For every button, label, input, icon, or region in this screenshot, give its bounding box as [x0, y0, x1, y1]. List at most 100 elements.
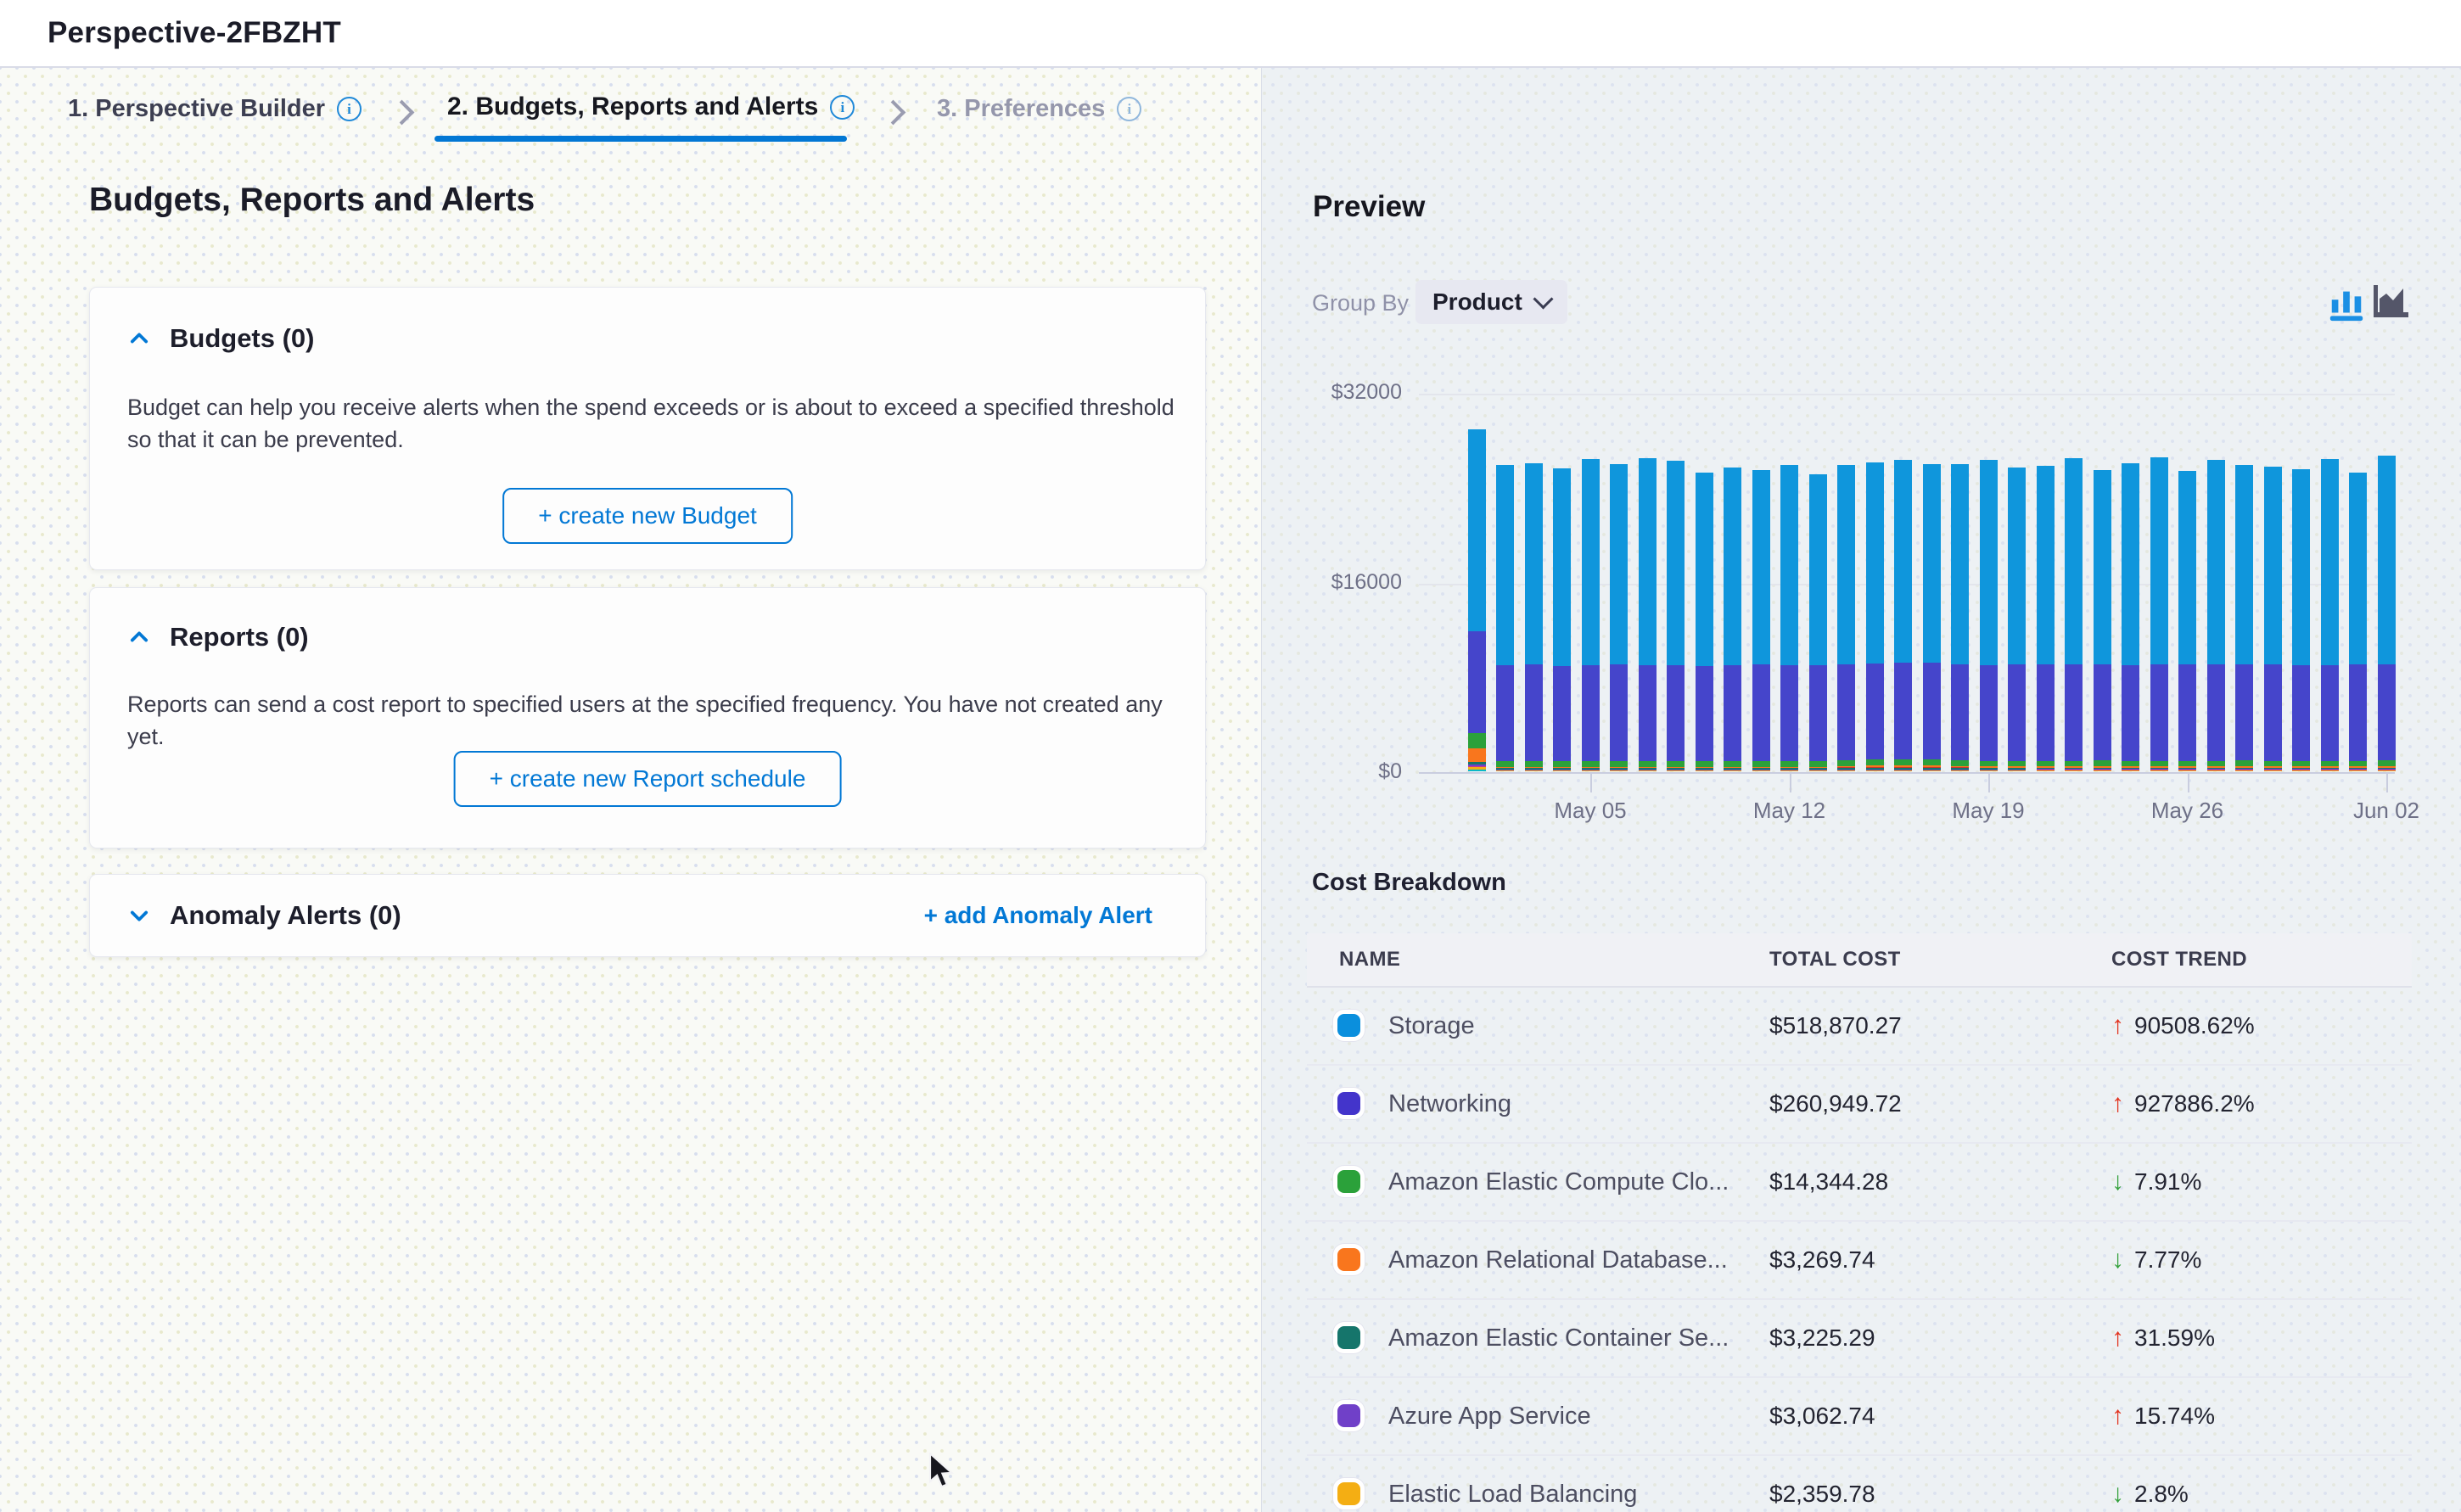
tab-preferences[interactable]: 3. Preferences i	[937, 95, 1141, 123]
chart-bar[interactable]	[1496, 465, 1514, 771]
table-row[interactable]: Amazon Elastic Container Se...$3,225.29↑…	[1307, 1300, 2412, 1378]
tab-perspective-builder[interactable]: 1. Perspective Builder i	[68, 95, 362, 123]
table-row[interactable]: Networking$260,949.72↑927886.2%	[1307, 1066, 2412, 1144]
info-icon[interactable]: i	[337, 97, 362, 121]
bar-segment	[1923, 759, 1941, 765]
chart-bar[interactable]	[1724, 468, 1741, 771]
group-by-value: Product	[1432, 288, 1522, 316]
table-row[interactable]: Storage$518,870.27↑90508.62%	[1307, 988, 2412, 1066]
row-cost-trend: ↑927886.2%	[2111, 1066, 2255, 1142]
arrow-down-icon: ↓	[2111, 1480, 2124, 1508]
y-axis-label: $0	[1249, 759, 1402, 784]
chart-bar[interactable]	[2235, 465, 2253, 771]
chart-bar[interactable]	[1923, 464, 1941, 771]
chart-bar[interactable]	[2349, 473, 2367, 771]
chart-bar[interactable]	[1610, 464, 1628, 771]
bar-segment	[1866, 664, 1884, 759]
bar-segment	[2207, 664, 2225, 760]
bar-segment	[2292, 770, 2310, 771]
trend-value: 2.8%	[2134, 1481, 2189, 1507]
chart-bar[interactable]	[1809, 474, 1827, 771]
bar-segment	[2349, 473, 2367, 664]
chart-bar[interactable]	[1780, 465, 1798, 771]
chart-bar[interactable]	[2207, 460, 2225, 771]
bar-segment	[1923, 663, 1941, 760]
chart-bar[interactable]	[2150, 457, 2168, 771]
bar-segment	[2349, 770, 2367, 771]
chart-bar[interactable]	[2264, 467, 2282, 771]
chart-bar[interactable]	[2178, 471, 2196, 771]
chart-bar[interactable]	[1468, 429, 1486, 771]
bar-chart-icon[interactable]	[2327, 283, 2366, 322]
bar-segment	[2065, 664, 2083, 760]
chart-bar[interactable]	[1696, 473, 1713, 771]
chart-bar[interactable]	[2037, 466, 2055, 771]
bar-segment	[1724, 665, 1741, 761]
chart-bar[interactable]	[1582, 459, 1600, 771]
chart-bar[interactable]	[1837, 465, 1855, 771]
bar-segment	[1866, 770, 1884, 771]
chart-bar[interactable]	[2292, 469, 2310, 771]
bar-segment	[1553, 666, 1571, 761]
x-axis-label: May 12	[1730, 798, 1849, 824]
row-cost-trend: ↑90508.62%	[2111, 988, 2255, 1064]
table-row[interactable]: Amazon Relational Database...$3,269.74↓7…	[1307, 1222, 2412, 1300]
bar-segment	[2235, 770, 2253, 771]
chart-bar[interactable]	[1951, 464, 1969, 771]
chart-bar[interactable]	[2321, 459, 2339, 771]
x-axis-tick	[2386, 774, 2388, 792]
chart-bar[interactable]	[1553, 468, 1571, 771]
trend-value: 927886.2%	[2134, 1090, 2255, 1117]
cost-breakdown-title: Cost Breakdown	[1312, 869, 1506, 897]
bar-segment	[2094, 770, 2111, 771]
bar-segment	[1468, 631, 1486, 733]
chevron-down-icon[interactable]	[127, 904, 151, 927]
bar-segment	[1809, 665, 1827, 761]
info-icon[interactable]: i	[1117, 97, 1141, 121]
tab-label: 1. Perspective Builder	[68, 95, 325, 123]
bar-segment	[2207, 770, 2225, 771]
bar-segment	[1923, 770, 1941, 771]
bar-segment	[1667, 770, 1685, 771]
create-report-schedule-button[interactable]: + create new Report schedule	[454, 751, 842, 807]
row-name: Amazon Relational Database...	[1388, 1222, 1728, 1298]
legend-swatch	[1337, 1014, 1360, 1037]
anomaly-alerts-card: Anomaly Alerts (0) + add Anomaly Alert	[89, 874, 1206, 957]
bar-segment	[1496, 770, 1514, 771]
bar-segment	[2122, 770, 2139, 771]
chart-bar[interactable]	[1525, 463, 1543, 771]
chart-bar[interactable]	[1980, 460, 1998, 771]
chart-bar[interactable]	[2008, 468, 2026, 771]
chart-bar[interactable]	[2122, 463, 2139, 771]
create-budget-button[interactable]: + create new Budget	[502, 488, 793, 544]
chart-bar[interactable]	[2065, 458, 2083, 771]
group-by-select[interactable]: Product	[1415, 280, 1567, 324]
bar-segment	[1923, 464, 1941, 662]
chart-bar[interactable]	[2094, 470, 2111, 771]
table-row[interactable]: Azure App Service$3,062.74↑15.74%	[1307, 1378, 2412, 1456]
chart-bar[interactable]	[1639, 458, 1657, 771]
arrow-up-icon: ↑	[2111, 1402, 2124, 1430]
table-row[interactable]: Amazon Elastic Compute Clo...$14,344.28↓…	[1307, 1144, 2412, 1222]
tab-budgets-reports-alerts[interactable]: 2. Budgets, Reports and Alerts i	[447, 92, 855, 121]
bar-segment	[1582, 459, 1600, 665]
row-name: Amazon Elastic Container Se...	[1388, 1300, 1729, 1376]
chart-bar[interactable]	[1866, 462, 1884, 771]
bar-segment	[1496, 465, 1514, 665]
chart-bar[interactable]	[1667, 461, 1685, 771]
chevron-up-icon[interactable]	[127, 625, 151, 649]
chart-bar[interactable]	[2378, 456, 2396, 771]
add-anomaly-alert-link[interactable]: + add Anomaly Alert	[924, 875, 1152, 956]
x-axis-line	[1419, 772, 2395, 774]
bar-segment	[1525, 664, 1543, 761]
info-icon[interactable]: i	[830, 95, 855, 120]
chevron-up-icon[interactable]	[127, 327, 151, 350]
row-name: Networking	[1388, 1066, 1511, 1142]
bar-segment	[2094, 664, 2111, 761]
chart-bar[interactable]	[1894, 460, 1912, 771]
tab-label: 2. Budgets, Reports and Alerts	[447, 92, 818, 121]
area-chart-icon[interactable]	[2371, 282, 2412, 322]
chart-bar[interactable]	[1752, 470, 1770, 771]
table-row[interactable]: Elastic Load Balancing$2,359.78↓2.8%	[1307, 1456, 2412, 1512]
trend-value: 90508.62%	[2134, 1012, 2255, 1039]
